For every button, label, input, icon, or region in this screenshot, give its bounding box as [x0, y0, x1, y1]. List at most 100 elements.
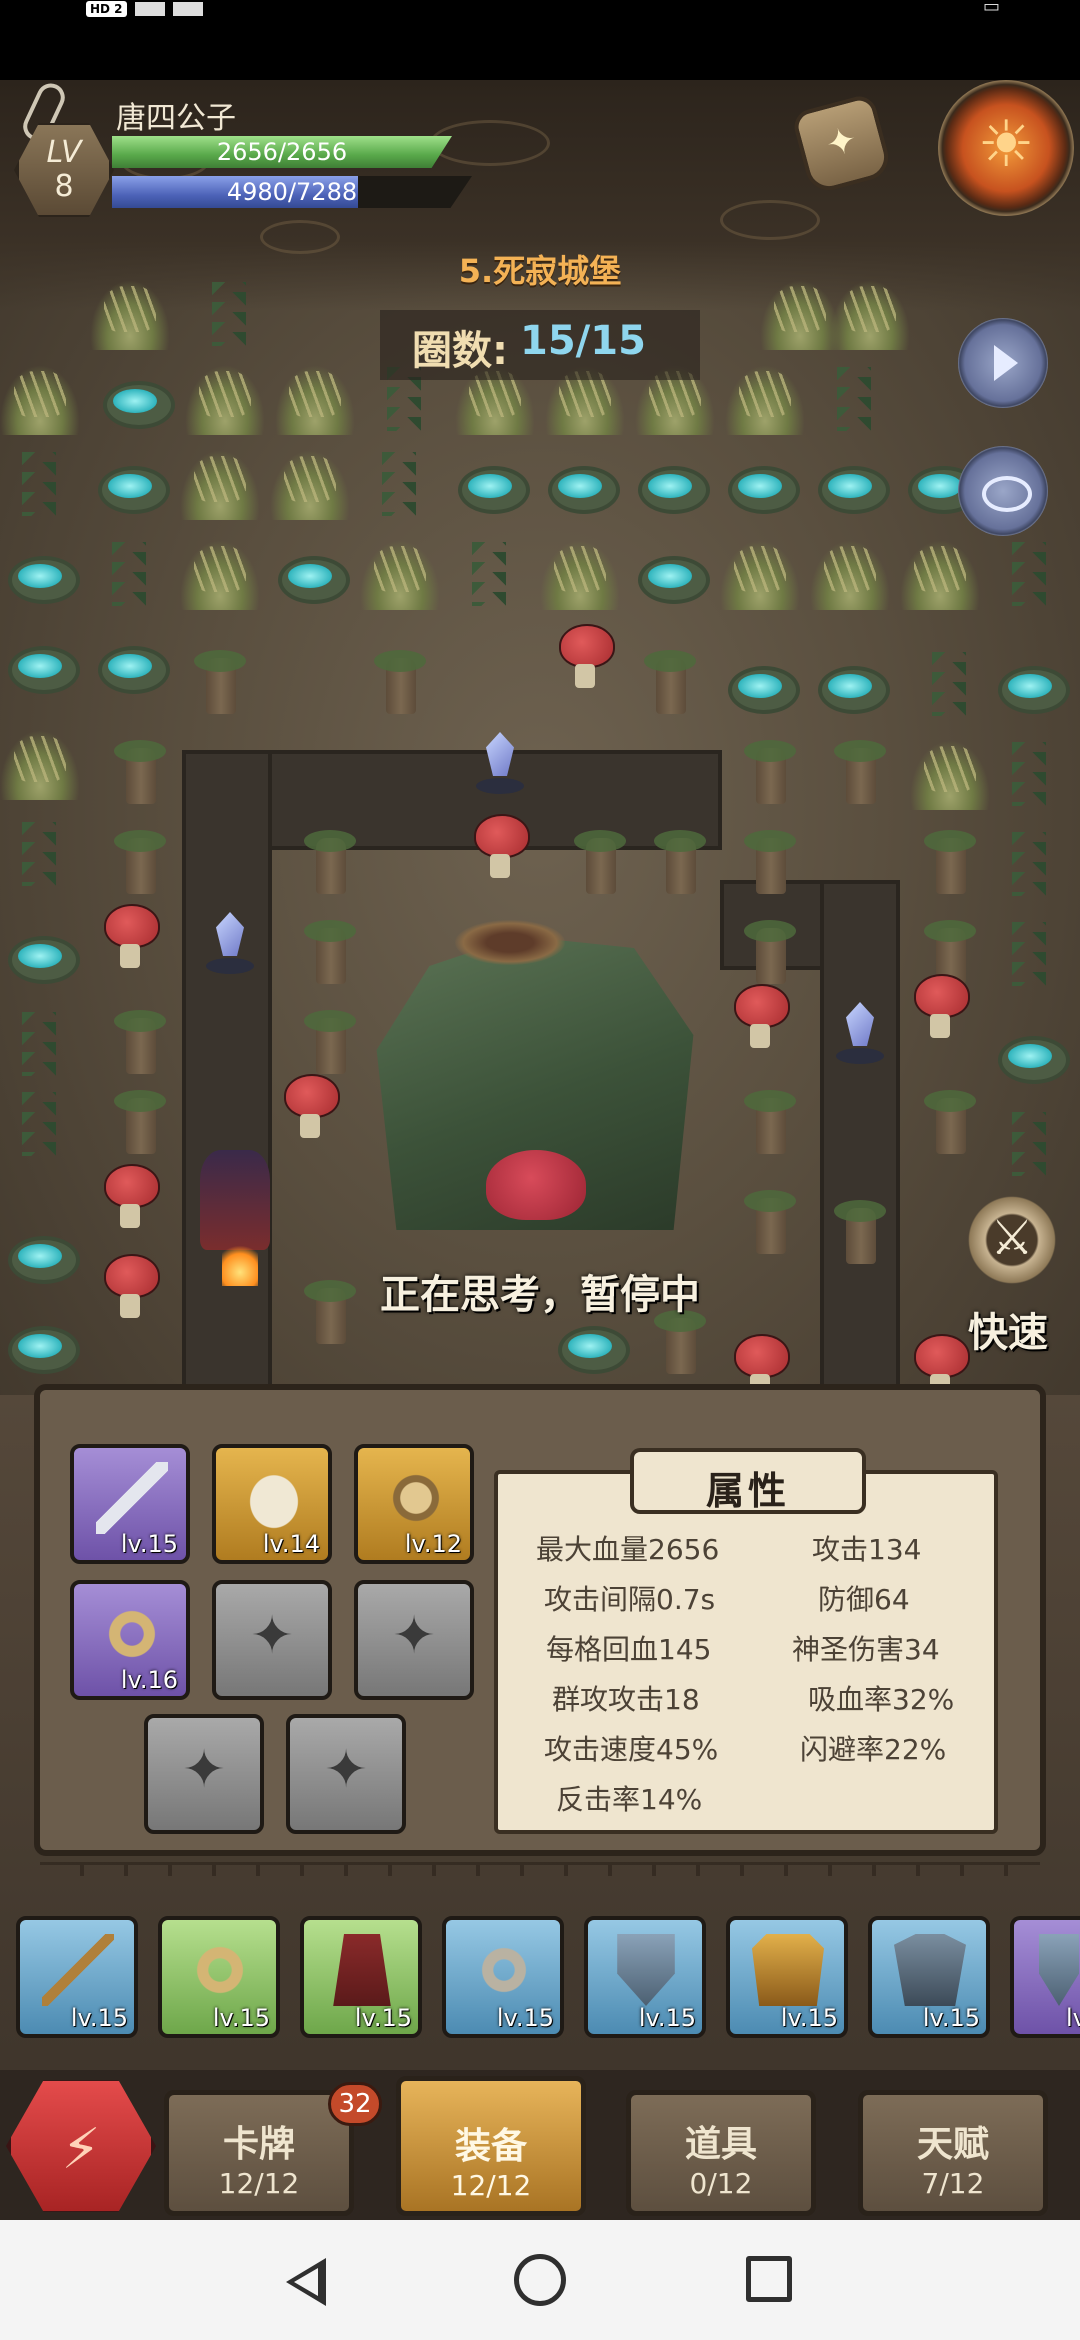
tree-tile [730, 1190, 810, 1260]
tree-tile [290, 830, 370, 900]
tree-tile [100, 1090, 180, 1160]
back-icon[interactable] [286, 2258, 326, 2306]
bush-tile [270, 450, 350, 520]
thorn-tile [910, 650, 990, 720]
tree-tile [730, 830, 810, 900]
item-level: lv.15 [496, 2004, 554, 2032]
pool-tile [990, 650, 1070, 720]
equip-slot-armor[interactable]: lv.14 [212, 1444, 332, 1564]
pool-tile [720, 450, 800, 520]
thorn-tile [450, 540, 530, 610]
cloud-swirl [430, 120, 550, 166]
item-level: lv.15 [922, 2004, 980, 2032]
thorn-tile [990, 1110, 1070, 1180]
boss-creature[interactable] [486, 1150, 586, 1220]
band-icon [468, 1934, 540, 2006]
monster-tile[interactable] [90, 900, 170, 970]
round-label: 圈数: [412, 328, 508, 374]
chainmail-icon [894, 1934, 966, 2006]
cloud-swirl [260, 220, 340, 254]
tree-tile [640, 830, 720, 900]
inventory-item[interactable]: lv.15 [726, 1916, 848, 2038]
recent-apps-icon[interactable] [746, 2256, 792, 2302]
tree-tile [630, 650, 710, 720]
pool-tile [810, 650, 890, 720]
pool-tile [0, 540, 80, 610]
crystal-tile[interactable] [460, 730, 540, 800]
inventory-item[interactable]: lv.15 [158, 1916, 280, 2038]
monster-tile[interactable] [270, 1070, 350, 1140]
equip-slot-weapon[interactable]: lv.15 [70, 1444, 190, 1564]
pool-tile [95, 365, 175, 435]
inventory-item[interactable]: lv [1010, 1916, 1080, 2038]
bush-tile [0, 730, 80, 800]
monster-tile[interactable] [90, 1160, 170, 1230]
cards-badge: 32 [328, 2082, 382, 2126]
pool-tile [630, 450, 710, 520]
cloud-swirl [720, 200, 820, 240]
thorn-tile [0, 450, 80, 520]
tab-cards[interactable]: 卡牌 12/12 [164, 2090, 354, 2216]
thorn-tile [990, 920, 1070, 990]
tab-talents[interactable]: 天赋 7/12 [858, 2090, 1048, 2216]
monster-tile[interactable] [545, 620, 625, 690]
attr-attack: 攻击134 [812, 1533, 922, 1566]
thorn-tile [0, 1010, 80, 1080]
ring-icon [184, 1934, 256, 2006]
bush-tile [0, 365, 80, 435]
equip-slot-empty[interactable] [144, 1714, 264, 1834]
equip-slot-empty[interactable] [212, 1580, 332, 1700]
ornament-divider [40, 1862, 1040, 1876]
tree-tile [360, 650, 440, 720]
monster-tile[interactable] [900, 970, 980, 1040]
inventory-item[interactable]: lv.15 [16, 1916, 138, 2038]
signal-icon [134, 2, 165, 16]
tab-talents-label: 天赋 [916, 2124, 989, 2165]
equip-slot-shield[interactable]: lv.12 [354, 1444, 474, 1564]
tab-items[interactable]: 道具 0/12 [626, 2090, 816, 2216]
attributes-title: 属性 [705, 1469, 790, 1513]
hp-text: 2656/2656 [216, 138, 348, 166]
crystal-tile[interactable] [820, 1000, 900, 1070]
status-bar: HD 2 ▭ [0, 0, 1080, 80]
bush-tile [180, 450, 260, 520]
tab-equipment[interactable]: 装备 12/12 [396, 2076, 586, 2216]
shield-icon [380, 1462, 452, 1534]
slot-level: lv.12 [404, 1530, 462, 1558]
tree-tile [100, 740, 180, 810]
pool-tile [0, 630, 80, 700]
view-eye-button[interactable] [958, 446, 1048, 536]
pool-tile [630, 540, 710, 610]
bush-tile [760, 280, 840, 350]
player-name: 唐四公子 [116, 101, 236, 136]
thorn-tile [990, 830, 1070, 900]
thorn-tile [0, 820, 80, 890]
crystal-tile[interactable] [190, 910, 270, 980]
play-button[interactable] [958, 318, 1048, 408]
attr-counter: 反击率14% [556, 1783, 703, 1816]
pool-tile [540, 450, 620, 520]
monster-tile[interactable] [720, 980, 800, 1050]
road [820, 880, 900, 1400]
bush-tile [360, 540, 440, 610]
pool-tile [0, 920, 80, 990]
home-icon[interactable] [514, 2254, 566, 2306]
bush-tile [810, 540, 890, 610]
inventory-item[interactable]: lv.15 [584, 1916, 706, 2038]
tree-tile [820, 1200, 900, 1270]
pool-tile [450, 450, 530, 520]
inventory-item[interactable]: lv.15 [868, 1916, 990, 2038]
inventory-item[interactable]: lv.15 [442, 1916, 564, 2038]
tree-tile [910, 1090, 990, 1160]
staff-icon [42, 1934, 114, 2006]
equip-slot-empty[interactable] [354, 1580, 474, 1700]
bush-tile [275, 365, 355, 435]
equip-slot-ring[interactable]: lv.16 [70, 1580, 190, 1700]
inventory-item[interactable]: lv.15 [300, 1916, 422, 2038]
monster-tile[interactable] [460, 810, 540, 880]
item-level: lv.15 [780, 2004, 838, 2032]
tab-equipment-count: 12/12 [450, 2169, 532, 2202]
sun-button[interactable] [938, 80, 1074, 216]
equip-slot-empty[interactable] [286, 1714, 406, 1834]
tree-tile [820, 740, 900, 810]
